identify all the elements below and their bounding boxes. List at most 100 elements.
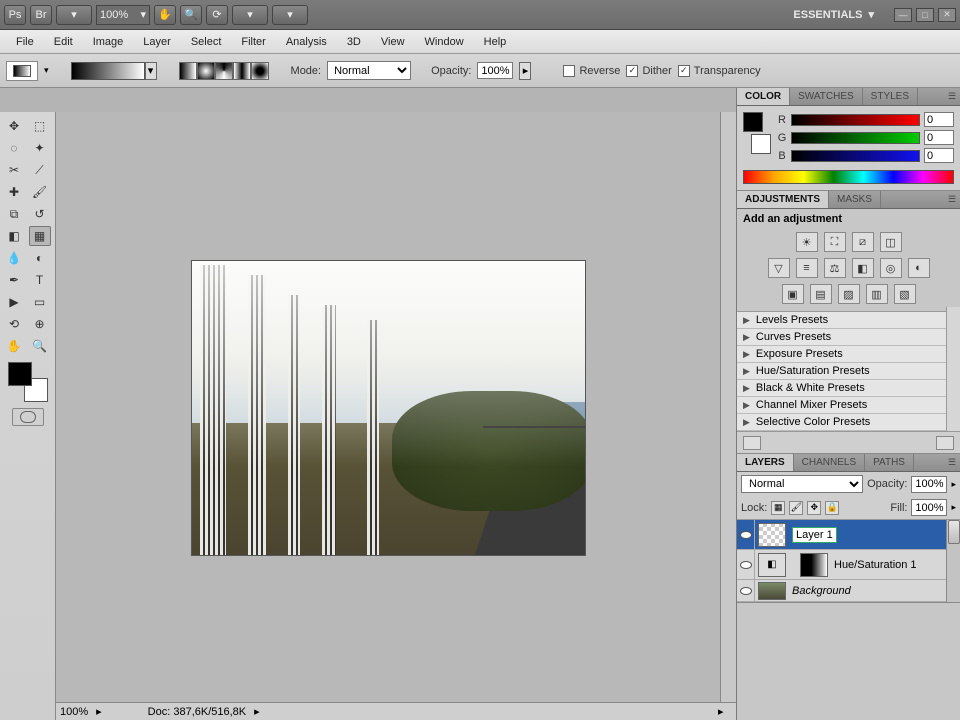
- foreground-color-swatch[interactable]: [8, 362, 32, 386]
- eyedropper-tool[interactable]: ⟋: [29, 160, 51, 180]
- layer-name[interactable]: Background: [789, 585, 960, 597]
- horizontal-scrollbar[interactable]: ▸: [718, 705, 732, 718]
- history-dropdown[interactable]: ▾: [56, 5, 92, 25]
- lock-pixels-icon[interactable]: 🖌: [789, 501, 803, 515]
- history-brush-tool[interactable]: ↺: [29, 204, 51, 224]
- tab-styles[interactable]: STYLES: [863, 88, 918, 105]
- b-slider[interactable]: [791, 150, 920, 162]
- menu-edit[interactable]: Edit: [46, 33, 81, 51]
- lasso-tool[interactable]: ◌: [3, 138, 25, 158]
- screen-mode-dropdown[interactable]: ▾: [272, 5, 308, 25]
- gradient-reflected[interactable]: [233, 62, 251, 80]
- spot-heal-tool[interactable]: ✚: [3, 182, 25, 202]
- app-icon[interactable]: Ps: [4, 5, 26, 25]
- preset-curves[interactable]: ▶Curves Presets: [737, 329, 946, 346]
- invert-icon[interactable]: ▣: [782, 284, 804, 304]
- brush-tool[interactable]: 🖌: [29, 182, 51, 202]
- layer-thumbnail[interactable]: [758, 582, 786, 600]
- color-preview[interactable]: [743, 112, 771, 154]
- brightness-icon[interactable]: ☀: [796, 232, 818, 252]
- layer-opacity-input[interactable]: [911, 476, 947, 493]
- adj-footer-icon-right[interactable]: [936, 436, 954, 450]
- tab-layers[interactable]: LAYERS: [737, 454, 794, 471]
- gradient-diamond[interactable]: [251, 62, 269, 80]
- tab-swatches[interactable]: SWATCHES: [790, 88, 863, 105]
- gradient-tool[interactable]: ▦: [29, 226, 51, 246]
- rotate-view-shortcut[interactable]: ⟳: [206, 5, 228, 25]
- menu-view[interactable]: View: [373, 33, 413, 51]
- status-flyout-icon[interactable]: ▸: [254, 705, 260, 718]
- move-tool[interactable]: ✥: [3, 116, 25, 136]
- menu-3d[interactable]: 3D: [339, 33, 369, 51]
- fill-input[interactable]: [911, 499, 947, 516]
- preset-scrollbar[interactable]: [946, 307, 960, 431]
- crop-tool[interactable]: ✂: [3, 160, 25, 180]
- transparency-checkbox[interactable]: [678, 65, 690, 77]
- visibility-toggle[interactable]: [737, 520, 755, 549]
- tab-color[interactable]: COLOR: [737, 88, 790, 105]
- gradient-angle[interactable]: [215, 62, 233, 80]
- lock-transparency-icon[interactable]: ▦: [771, 501, 785, 515]
- preset-bw[interactable]: ▶Black & White Presets: [737, 380, 946, 397]
- bw-icon[interactable]: ◧: [852, 258, 874, 278]
- layer-thumbnail[interactable]: [758, 523, 786, 547]
- canvas-area[interactable]: [56, 112, 736, 702]
- fill-flyout-icon[interactable]: ▸: [951, 502, 956, 513]
- eraser-tool[interactable]: ◧: [3, 226, 25, 246]
- hue-sat-icon[interactable]: ≡: [796, 258, 818, 278]
- menu-window[interactable]: Window: [417, 33, 472, 51]
- menu-select[interactable]: Select: [183, 33, 230, 51]
- status-popup-icon[interactable]: ▸: [96, 705, 102, 718]
- layer-name[interactable]: Hue/Saturation 1: [831, 559, 960, 571]
- menu-analysis[interactable]: Analysis: [278, 33, 335, 51]
- preset-selective-color[interactable]: ▶Selective Color Presets: [737, 414, 946, 431]
- r-value[interactable]: [924, 112, 954, 127]
- preset-exposure[interactable]: ▶Exposure Presets: [737, 346, 946, 363]
- pen-tool[interactable]: ✒: [3, 270, 25, 290]
- gradient-radial[interactable]: [197, 62, 215, 80]
- shape-tool[interactable]: ▭: [29, 292, 51, 312]
- reverse-checkbox[interactable]: [563, 65, 575, 77]
- arrange-docs-dropdown[interactable]: ▾: [232, 5, 268, 25]
- 3d-rotate-tool[interactable]: ⟲: [3, 314, 25, 334]
- menu-layer[interactable]: Layer: [135, 33, 179, 51]
- bridge-icon[interactable]: Br: [30, 5, 52, 25]
- tab-paths[interactable]: PATHS: [865, 454, 914, 471]
- tab-masks[interactable]: MASKS: [829, 191, 881, 208]
- quick-mask-toggle[interactable]: [12, 408, 44, 426]
- quick-select-tool[interactable]: ✦: [29, 138, 51, 158]
- workspace-switcher[interactable]: ESSENTIALS ▾: [793, 8, 874, 21]
- adj-footer-icon-left[interactable]: [743, 436, 761, 450]
- preset-hue-sat[interactable]: ▶Hue/Saturation Presets: [737, 363, 946, 380]
- color-swatches[interactable]: [8, 362, 48, 402]
- vibrance-icon[interactable]: ▽: [768, 258, 790, 278]
- preset-levels[interactable]: ▶Levels Presets: [737, 312, 946, 329]
- zoom-tool-shortcut[interactable]: 🔍: [180, 5, 202, 25]
- color-balance-icon[interactable]: ⚖: [824, 258, 846, 278]
- opacity-flyout-icon[interactable]: ▸: [951, 479, 956, 490]
- tool-preset-picker[interactable]: [6, 61, 38, 81]
- adjustment-thumbnail[interactable]: ◧: [758, 553, 786, 577]
- preset-channel-mixer[interactable]: ▶Channel Mixer Presets: [737, 397, 946, 414]
- panel-menu-icon[interactable]: ☰: [944, 191, 960, 208]
- selective-color-icon[interactable]: ▧: [894, 284, 916, 304]
- document-canvas[interactable]: [191, 260, 586, 556]
- mask-thumbnail[interactable]: [800, 553, 828, 577]
- exposure-icon[interactable]: ◫: [880, 232, 902, 252]
- opacity-flyout[interactable]: ▸: [519, 62, 531, 80]
- minimize-button[interactable]: —: [894, 8, 912, 22]
- menu-image[interactable]: Image: [85, 33, 132, 51]
- rect-marquee-tool[interactable]: ⬚: [29, 116, 51, 136]
- g-slider[interactable]: [791, 132, 920, 144]
- b-value[interactable]: [924, 148, 954, 163]
- layer-blend-mode[interactable]: Normal: [741, 475, 863, 493]
- gradient-picker[interactable]: [71, 62, 145, 80]
- threshold-icon[interactable]: ▨: [838, 284, 860, 304]
- blend-mode-select[interactable]: Normal: [327, 61, 411, 80]
- tab-channels[interactable]: CHANNELS: [794, 454, 865, 471]
- gradient-dropdown[interactable]: ▾: [145, 62, 157, 80]
- chevron-down-icon[interactable]: ▾: [44, 65, 49, 76]
- visibility-toggle[interactable]: [737, 580, 755, 601]
- menu-filter[interactable]: Filter: [233, 33, 273, 51]
- layer-name-edit[interactable]: Layer 1: [792, 527, 837, 543]
